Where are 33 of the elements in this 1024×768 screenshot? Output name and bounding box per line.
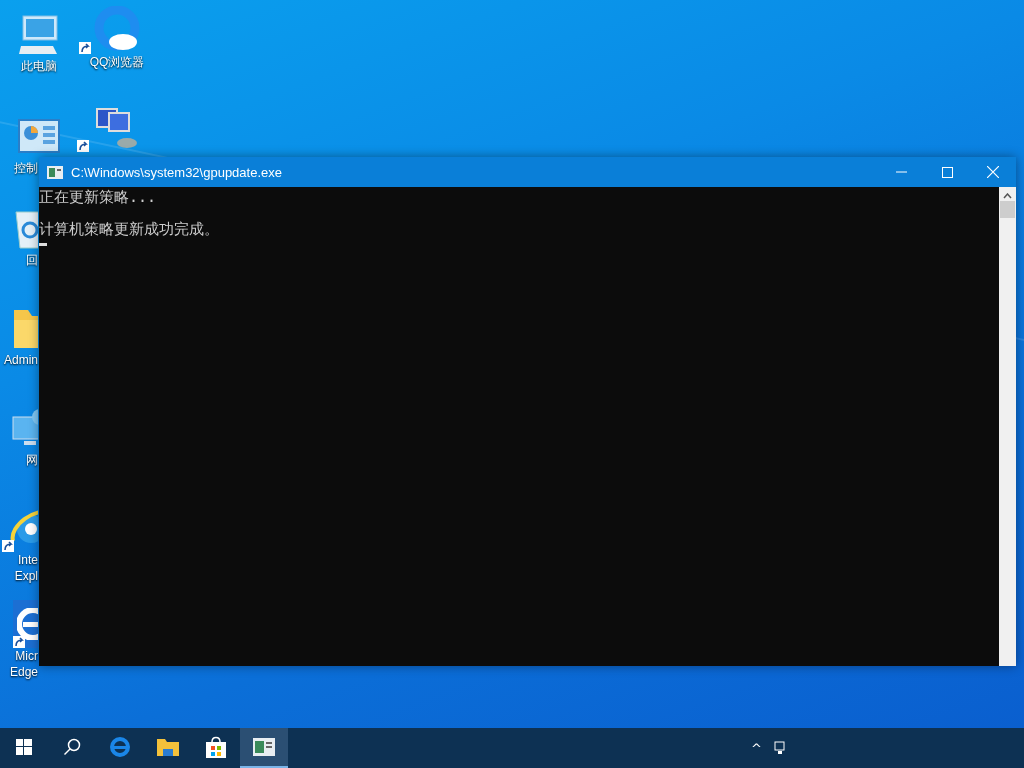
- console-line: 计算机策略更新成功完成。: [39, 219, 219, 239]
- desktop-icon-label: 网: [26, 452, 38, 468]
- scroll-up-icon: [1003, 193, 1012, 199]
- scroll-thumb[interactable]: [1000, 201, 1015, 218]
- desktop-icon-label: 回: [26, 252, 38, 268]
- computer-icon: [17, 12, 61, 56]
- scrollbar[interactable]: [999, 187, 1016, 666]
- desktop-icon-label: 此电脑: [21, 58, 57, 74]
- console-line: 正在更新策略...: [39, 187, 157, 207]
- desktop-icon-label: 控制: [14, 160, 38, 176]
- folder-icon: [156, 737, 180, 757]
- text-cursor: [39, 243, 47, 246]
- close-icon: [987, 166, 999, 178]
- desktop-icon-label: Edge: [9, 664, 38, 680]
- control-panel-icon: [18, 119, 60, 153]
- search-icon: [63, 738, 81, 756]
- maximize-icon: [941, 166, 953, 178]
- desktop-icon-label: Inte: [18, 552, 38, 568]
- network-icon: [774, 741, 788, 755]
- window-title: C:\Windows\system32\gpupdate.exe: [71, 164, 283, 180]
- taskbar-app-button[interactable]: [240, 728, 288, 768]
- windows-logo-icon: [16, 739, 32, 755]
- console-app-icon: [253, 738, 275, 756]
- desktop-icon[interactable]: [13, 600, 38, 648]
- desktop-icon-label: Micr: [15, 648, 38, 664]
- tray-chevron-button[interactable]: ^: [747, 740, 766, 756]
- minimize-icon: [895, 171, 907, 173]
- desktop-icon-label: Expl: [14, 568, 38, 584]
- edge-icon: [109, 736, 131, 758]
- desktop-icon-label: QQ浏览器: [89, 54, 145, 70]
- desktop-icon-label: Admin: [4, 352, 38, 368]
- console-app-icon: [47, 165, 63, 179]
- store-icon: [205, 735, 227, 759]
